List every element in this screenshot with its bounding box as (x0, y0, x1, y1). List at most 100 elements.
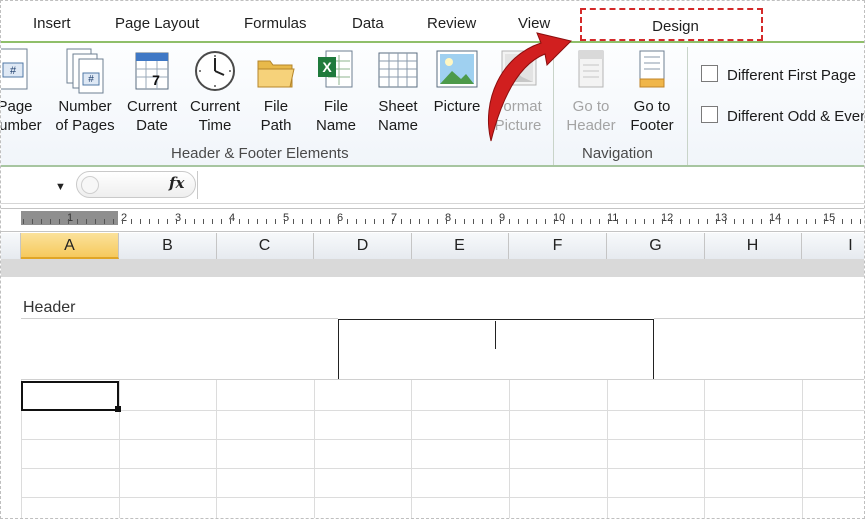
ruler-tick (788, 219, 789, 224)
number-of-pages-icon: # (63, 47, 107, 95)
column-header-g[interactable]: G (607, 233, 705, 259)
file-name-button[interactable]: X File Name (309, 47, 363, 135)
ruler-tick (311, 219, 312, 224)
grid-line-horizontal (21, 468, 864, 469)
tab-formulas[interactable]: Formulas (244, 15, 307, 32)
ruler-tick (851, 219, 852, 224)
grid-line-vertical (119, 380, 120, 518)
fill-handle[interactable] (115, 406, 121, 412)
grid-line-vertical (411, 380, 412, 518)
go-to-footer-label-2: Footer (630, 117, 674, 134)
column-header-f[interactable]: F (509, 233, 607, 259)
ruler-tick (833, 219, 834, 224)
ruler-tick (329, 219, 330, 224)
ruler-tick (572, 219, 573, 224)
ruler-tick (698, 219, 699, 224)
ruler-tick (626, 219, 627, 224)
formula-bar: ▼ fx (1, 167, 864, 204)
checkbox-box[interactable] (701, 106, 718, 123)
column-header-i[interactable]: I (802, 233, 864, 259)
insert-function-button[interactable]: fx (169, 174, 184, 192)
formula-bar-expander[interactable] (81, 176, 99, 194)
go-to-footer-icon (630, 47, 674, 95)
text-cursor (495, 321, 496, 349)
ruler-tick (50, 219, 51, 224)
ruler-tick (266, 219, 267, 224)
ruler-tick (86, 219, 87, 224)
ruler-tick (545, 219, 546, 224)
grid-line-vertical (607, 380, 608, 518)
select-all-corner[interactable] (1, 233, 21, 259)
header-center-section[interactable] (338, 319, 654, 380)
clock-icon (193, 47, 237, 95)
ruler-tick (23, 219, 24, 224)
ruler-tick (797, 219, 798, 224)
page-number-button[interactable]: # Page Number (1, 47, 43, 135)
tab-data[interactable]: Data (352, 15, 384, 32)
sheet-name-button[interactable]: Sheet Name (371, 47, 425, 135)
header-bottom-border (21, 379, 864, 380)
group-separator (687, 47, 688, 165)
formula-bar-divider (197, 171, 198, 199)
column-header-a[interactable]: A (21, 233, 119, 259)
current-time-button[interactable]: Current Time (185, 47, 245, 135)
ruler-tick (158, 219, 159, 224)
ruler-tick (401, 219, 402, 224)
ruler-tick (527, 219, 528, 224)
red-arrow-annotation (487, 32, 572, 142)
ruler-tick (860, 219, 861, 224)
grid-line-vertical (314, 380, 315, 518)
ruler-tick (761, 219, 762, 224)
tab-page-layout[interactable]: Page Layout (115, 15, 199, 32)
page-number-icon: # (1, 47, 37, 95)
file-path-button[interactable]: File Path (249, 47, 303, 135)
ruler-tick (599, 219, 600, 224)
grid-line-vertical (216, 380, 217, 518)
ruler-tick (563, 219, 564, 224)
number-of-pages-label-2: of Pages (55, 117, 115, 134)
number-of-pages-button[interactable]: # Number of Pages (53, 47, 117, 135)
ruler-tick (77, 219, 78, 224)
ruler-tick (338, 219, 339, 224)
different-odd-even-checkbox[interactable]: Different Odd & Even Pages (701, 106, 864, 126)
header-top-border (654, 318, 864, 319)
current-date-button[interactable]: 7 Current Date (123, 47, 181, 135)
ruler-tick (644, 219, 645, 224)
ruler-tick (500, 219, 501, 224)
active-cell[interactable] (21, 381, 119, 411)
current-date-label-2: Date (136, 117, 168, 134)
column-header-d[interactable]: D (314, 233, 412, 259)
ruler-tick (221, 219, 222, 224)
ruler-tick (374, 219, 375, 224)
ruler-tick (392, 219, 393, 224)
ruler-tick (383, 219, 384, 224)
tab-insert[interactable]: Insert (33, 15, 71, 32)
svg-text:#: # (88, 74, 94, 85)
name-box-dropdown-icon[interactable]: ▼ (55, 181, 66, 193)
tab-design[interactable]: Design (580, 8, 763, 41)
excel-file-icon: X (314, 47, 358, 95)
group-label-navigation: Navigation (582, 145, 653, 162)
column-header-b[interactable]: B (119, 233, 217, 259)
ruler-tick (149, 219, 150, 224)
go-to-footer-button[interactable]: Go to Footer (625, 47, 679, 135)
checkbox-box[interactable] (701, 65, 718, 82)
ruler-tick (230, 219, 231, 224)
ruler-tick (491, 219, 492, 224)
column-header-h[interactable]: H (704, 233, 802, 259)
ruler-tick (284, 219, 285, 224)
different-first-page-checkbox[interactable]: Different First Page (701, 65, 864, 85)
sheet-name-label-1: Sheet (378, 98, 418, 115)
column-header-c[interactable]: C (216, 233, 314, 259)
ruler-tick (59, 219, 60, 224)
ruler-tick (293, 219, 294, 224)
ruler-tick (581, 219, 582, 224)
ruler-tick (752, 219, 753, 224)
svg-text:7: 7 (152, 72, 160, 88)
ruler-tick (707, 219, 708, 224)
ruler-tick (509, 219, 510, 224)
current-date-label-1: Current (126, 98, 178, 115)
ruler-tick (734, 219, 735, 224)
tab-review[interactable]: Review (427, 15, 476, 32)
column-header-e[interactable]: E (411, 233, 509, 259)
